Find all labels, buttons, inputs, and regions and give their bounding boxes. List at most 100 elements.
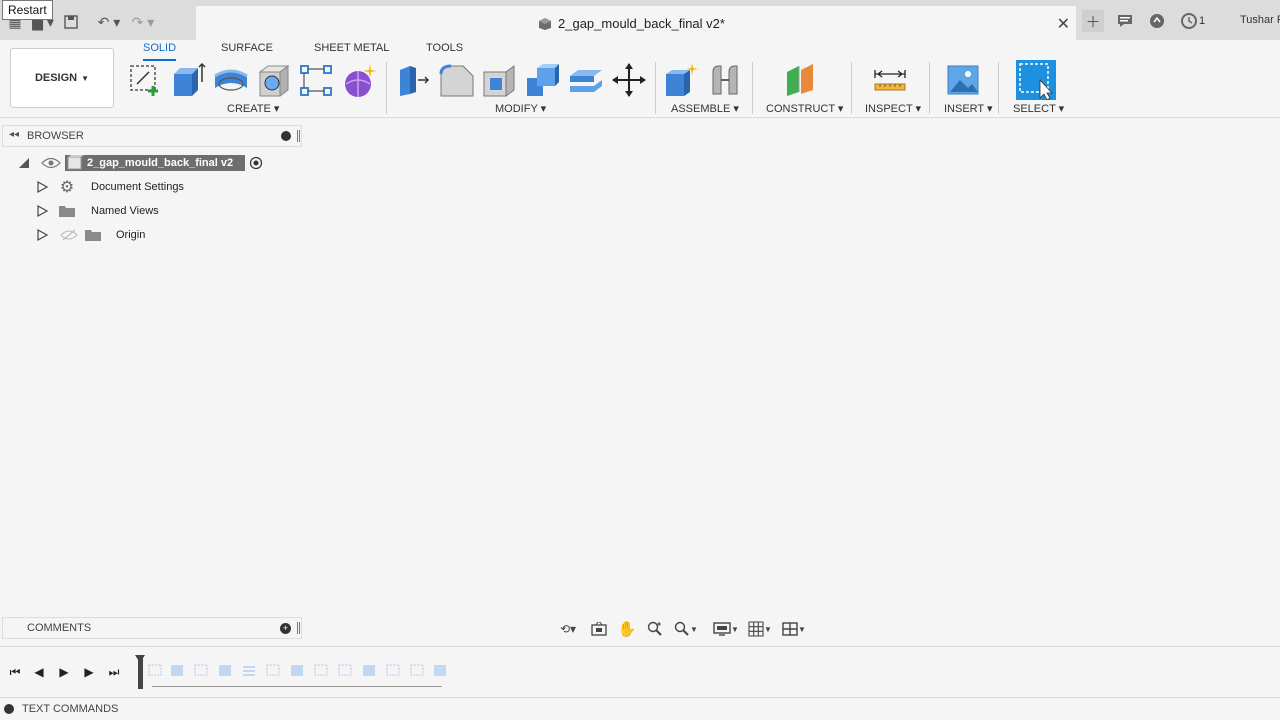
- workspace-label: DESIGN: [34, 72, 78, 84]
- timeline-sketch-icon[interactable]: [193, 663, 209, 677]
- browser-item-named-views[interactable]: Named Views: [36, 201, 159, 221]
- collapse-triangle-icon[interactable]: [17, 156, 31, 170]
- go-to-end-icon[interactable]: ⏭: [105, 663, 123, 681]
- timeline-sketch-icon[interactable]: [409, 663, 425, 677]
- timeline-extrude-icon[interactable]: [217, 663, 233, 677]
- timeline-offset-icon[interactable]: [241, 663, 257, 677]
- browser-root-item[interactable]: 2_gap_mould_back_final v2: [17, 153, 263, 173]
- create-sketch-icon[interactable]: [127, 62, 163, 98]
- create-menu[interactable]: CREATE ▾: [227, 102, 279, 115]
- measure-icon[interactable]: [872, 62, 908, 98]
- tab-sheet-metal[interactable]: SHEET METAL: [314, 42, 389, 59]
- pan-hand-icon[interactable]: ✋: [616, 619, 638, 639]
- toolbar-separator: [929, 62, 930, 114]
- folder-icon: [59, 206, 75, 217]
- display-settings-icon[interactable]: ▼: [712, 619, 740, 639]
- timeline-sketch-icon[interactable]: [337, 663, 353, 677]
- undo-icon[interactable]: ↶ ▾: [92, 11, 126, 33]
- timeline-track: [152, 686, 442, 687]
- tab-solid[interactable]: SOLID: [143, 42, 177, 61]
- timeline-extrude-icon[interactable]: [361, 663, 377, 677]
- document-title: 2_gap_mould_back_final v2*: [558, 16, 725, 31]
- press-pull-icon[interactable]: [396, 62, 432, 98]
- timeline-sketch-icon[interactable]: [313, 663, 329, 677]
- title-bar: ▦ ▆ ▾ ↶ ▾ ↷ ▾ Restart 2_gap_mould_back_f…: [0, 0, 1280, 40]
- tab-surface[interactable]: SURFACE: [221, 42, 273, 59]
- create-form-icon[interactable]: [342, 62, 378, 98]
- browser-title: BROWSER: [27, 130, 84, 142]
- job-count: 1: [1198, 15, 1206, 27]
- extrude-icon[interactable]: [170, 62, 206, 98]
- document-tab[interactable]: 2_gap_mould_back_final v2* ✕: [196, 6, 1076, 40]
- close-tab-icon[interactable]: ✕: [1057, 14, 1070, 34]
- inspect-menu[interactable]: INSPECT ▾: [865, 102, 921, 115]
- timeline-sketch-icon[interactable]: [385, 663, 401, 677]
- step-forward-icon[interactable]: ▶︎: [80, 663, 98, 681]
- redo-icon[interactable]: ↷ ▾: [126, 11, 160, 33]
- timeline-sketch-icon[interactable]: [147, 663, 163, 677]
- panel-grip-icon[interactable]: [297, 130, 300, 142]
- step-back-icon[interactable]: ◀︎: [30, 663, 48, 681]
- revolve-icon[interactable]: [213, 62, 249, 98]
- browser-item-label: Document Settings: [91, 181, 184, 193]
- modify-menu[interactable]: MODIFY ▾: [495, 102, 546, 115]
- browser-item-origin[interactable]: Origin: [36, 225, 145, 245]
- fillet-icon[interactable]: [439, 62, 475, 98]
- zoom-icon[interactable]: [644, 619, 666, 639]
- grid-settings-icon[interactable]: ▼: [746, 619, 774, 639]
- toolbar-separator: [386, 62, 387, 114]
- new-component-icon[interactable]: [664, 62, 700, 98]
- tab-tools[interactable]: TOOLS: [426, 42, 463, 59]
- visibility-eye-icon[interactable]: [41, 156, 61, 170]
- joint-icon[interactable]: [707, 62, 743, 98]
- assemble-menu[interactable]: ASSEMBLE ▾: [671, 102, 739, 115]
- insert-menu[interactable]: INSERT ▾: [944, 102, 993, 115]
- construct-menu[interactable]: CONSTRUCT ▾: [766, 102, 843, 115]
- timeline-extrude-icon[interactable]: [169, 663, 185, 677]
- timeline-extrude-icon[interactable]: [432, 663, 448, 677]
- expand-triangle-icon[interactable]: [36, 180, 48, 194]
- insert-image-icon[interactable]: [946, 62, 982, 98]
- toolbar-separator: [998, 62, 999, 114]
- hidden-eye-icon[interactable]: [60, 228, 78, 242]
- component-icon: [67, 155, 85, 170]
- combine-icon[interactable]: [525, 62, 561, 98]
- text-commands-bar[interactable]: TEXT COMMANDS: [0, 697, 1280, 720]
- browser-item-document-settings[interactable]: ⚙ Document Settings: [36, 177, 184, 197]
- expand-text-commands-icon[interactable]: [4, 704, 14, 714]
- move-copy-icon[interactable]: [611, 62, 647, 98]
- expand-triangle-icon[interactable]: [36, 228, 48, 242]
- select-menu[interactable]: SELECT ▾: [1013, 102, 1064, 115]
- timeline-extrude-icon[interactable]: [289, 663, 305, 677]
- timeline-sketch-icon[interactable]: [265, 663, 281, 677]
- root-component-label: 2_gap_mould_back_final v2: [65, 155, 246, 171]
- comments-icon[interactable]: [1114, 10, 1136, 32]
- chevron-down-icon: ▼: [81, 73, 90, 83]
- offset-plane-icon[interactable]: [783, 62, 819, 98]
- chamfer-icon[interactable]: [482, 62, 518, 98]
- go-to-start-icon[interactable]: ⏮: [6, 663, 24, 681]
- zoom-window-icon[interactable]: ▼: [672, 619, 700, 639]
- save-icon[interactable]: [60, 11, 82, 33]
- timeline-marker[interactable]: [135, 655, 145, 689]
- minimize-icon[interactable]: [281, 131, 291, 141]
- job-status-icon[interactable]: 1: [1178, 10, 1208, 32]
- panel-grip-icon[interactable]: [297, 622, 300, 634]
- ribbon-toolbar: DESIGN ▼ SOLID SURFACE SHEET METAL TOOLS: [0, 40, 1280, 118]
- play-icon[interactable]: ▶: [55, 663, 73, 681]
- look-at-icon[interactable]: [588, 619, 610, 639]
- activate-radio-icon[interactable]: [249, 156, 263, 170]
- hole-icon[interactable]: [256, 62, 292, 98]
- pattern-icon[interactable]: [298, 62, 334, 98]
- orbit-icon[interactable]: ⟲▾: [554, 619, 582, 639]
- user-name[interactable]: Tushar R: [1240, 14, 1280, 26]
- collapse-panel-icon[interactable]: ◂◂: [9, 129, 19, 140]
- new-tab-icon[interactable]: ＋: [1082, 10, 1104, 32]
- offset-face-icon[interactable]: [568, 62, 604, 98]
- workspace-switcher[interactable]: DESIGN ▼: [10, 48, 114, 108]
- add-comment-icon[interactable]: +: [280, 623, 291, 634]
- help-icon[interactable]: [1146, 10, 1168, 32]
- viewports-icon[interactable]: ▼: [780, 619, 808, 639]
- select-icon[interactable]: [1016, 60, 1056, 100]
- expand-triangle-icon[interactable]: [36, 204, 48, 218]
